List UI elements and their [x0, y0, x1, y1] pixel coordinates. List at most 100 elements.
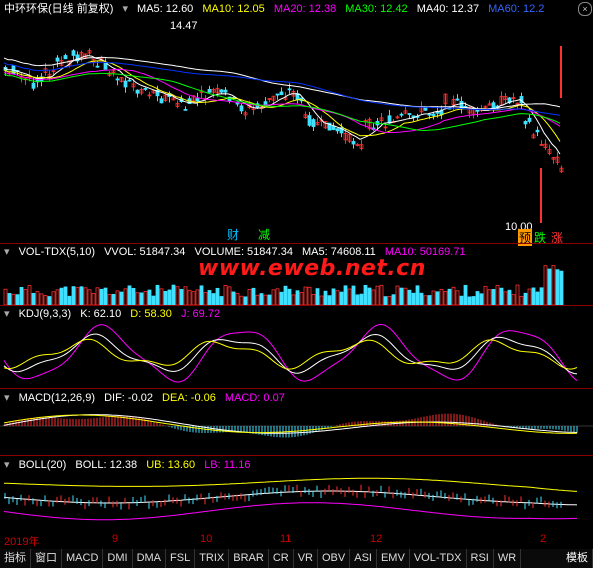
volume-bar — [203, 292, 208, 305]
tab-dma[interactable]: DMA — [133, 549, 167, 568]
volume-bar — [411, 292, 416, 305]
tab-rsi[interactable]: RSI — [467, 549, 494, 568]
candle — [287, 88, 292, 91]
volume-bar — [487, 289, 492, 305]
price-header: 中环环保(日线 前复权) ▾ MA5: 12.60 MA10: 12.05 MA… — [0, 0, 593, 18]
boll-indicator-name: BOLL(20) — [18, 459, 67, 471]
close-panel-icon[interactable]: × — [578, 2, 592, 16]
volume-bar — [327, 295, 332, 305]
tab-fsl[interactable]: FSL — [166, 549, 196, 568]
volume-bar — [271, 289, 276, 305]
axis-label: 2 — [540, 533, 547, 545]
candle — [219, 89, 224, 93]
volume-bar — [319, 295, 324, 305]
tab-template[interactable]: 模板 — [562, 549, 593, 568]
volume-bar — [107, 294, 112, 305]
marker-finance[interactable]: 财 — [227, 226, 239, 243]
volume-bar — [347, 288, 352, 305]
volume-bar — [39, 293, 44, 305]
candle — [407, 113, 412, 115]
volume-bar — [475, 291, 480, 305]
volume-bar — [71, 286, 76, 305]
volume-bar — [295, 290, 300, 305]
chevron-down-icon[interactable]: ▾ — [4, 459, 10, 471]
indicator-tab-bar: 指标 窗口 MACD DMI DMA FSL TRIX BRAR CR VR O… — [0, 549, 593, 568]
chevron-down-icon[interactable]: ▾ — [4, 392, 10, 404]
watermark: www.eweb.net.cn — [198, 256, 426, 281]
volume-bar — [239, 295, 244, 305]
volume-bar — [235, 292, 240, 305]
price-chart[interactable] — [0, 18, 593, 242]
volume-bar — [11, 293, 16, 305]
volume-bar — [523, 292, 528, 305]
volume-bar — [559, 270, 564, 305]
tab-dmi[interactable]: DMI — [103, 549, 133, 568]
volume-bar — [267, 294, 272, 305]
volume-bar — [67, 295, 72, 305]
volume-bar — [131, 287, 136, 305]
volume-bar — [547, 268, 552, 305]
volume-bar — [495, 285, 500, 305]
volume-bar — [299, 292, 304, 305]
candle — [143, 87, 148, 90]
volume-bar — [75, 287, 80, 305]
tab-vol-tdx[interactable]: VOL-TDX — [410, 549, 467, 568]
boll-ub-label: UB: 13.60 — [146, 459, 196, 471]
tab-vr[interactable]: VR — [294, 549, 318, 568]
volume-bar — [179, 289, 184, 305]
marker-reduce[interactable]: 减 — [258, 226, 270, 243]
tab-trix[interactable]: TRIX — [195, 549, 230, 568]
chevron-down-icon[interactable]: ▾ — [4, 308, 10, 320]
candle — [335, 128, 340, 132]
volume-bar — [507, 289, 512, 305]
volume-bar — [447, 288, 452, 305]
ma30-label: MA30: 12.42 — [345, 3, 408, 15]
volume-bar — [395, 285, 400, 305]
candle — [223, 89, 228, 93]
tab-indicator[interactable]: 指标 — [0, 549, 31, 568]
kdj-d-line — [3, 338, 578, 370]
volume-bar — [427, 295, 432, 305]
macd-chart[interactable] — [0, 404, 593, 455]
tab-asi[interactable]: ASI — [350, 549, 377, 568]
volume-bar — [27, 285, 32, 305]
ma40-line — [3, 56, 561, 110]
candle — [399, 113, 404, 116]
volume-bar — [19, 286, 24, 305]
candle — [275, 93, 280, 96]
tab-emv[interactable]: EMV — [377, 549, 410, 568]
boll-chart[interactable] — [0, 471, 593, 533]
chevron-down-icon[interactable]: ▾ — [122, 3, 128, 15]
ma10-line — [3, 60, 561, 142]
volume-bar — [115, 290, 120, 305]
tab-wr[interactable]: WR — [494, 549, 522, 568]
candle — [159, 98, 164, 104]
tab-obv[interactable]: OBV — [318, 549, 351, 568]
axis-label: 11 — [280, 533, 292, 545]
volume-bar — [351, 285, 356, 305]
volume-bar — [535, 291, 540, 305]
candle — [331, 125, 336, 130]
macd-indicator-name: MACD(12,26,9) — [18, 392, 96, 404]
volume-indicator-name: VOL-TDX(5,10) — [18, 246, 96, 258]
volume-bar — [339, 291, 344, 305]
volume-bar — [391, 294, 396, 305]
kdj-chart[interactable] — [0, 320, 593, 388]
volume-bar — [183, 286, 188, 305]
volume-bar — [15, 294, 20, 305]
volume-bar — [471, 296, 476, 305]
tab-macd[interactable]: MACD — [62, 549, 104, 568]
candle — [423, 107, 428, 111]
tab-cr[interactable]: CR — [269, 549, 294, 568]
volume-bar — [355, 294, 360, 305]
volume-bar — [167, 289, 172, 305]
volume-bar — [399, 287, 404, 305]
tab-brar[interactable]: BRAR — [229, 549, 269, 568]
kdj-indicator-name: KDJ(9,3,3) — [18, 308, 72, 320]
macd-dif-line — [3, 414, 578, 434]
volume-bar — [311, 294, 316, 305]
tab-window[interactable]: 窗口 — [31, 549, 62, 568]
chevron-down-icon[interactable]: ▾ — [4, 246, 10, 258]
volume-bar — [23, 289, 28, 305]
kdj-k-label: K: 62.10 — [80, 308, 122, 320]
